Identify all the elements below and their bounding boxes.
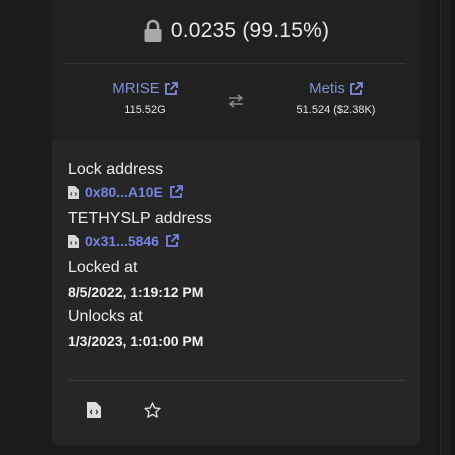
token1-symbol: Metis [309,80,345,97]
lock-address-row: 0x80...A10E [68,180,408,204]
scrollbar[interactable] [437,0,455,455]
lock-amount: 0.0235 (99.15%) [170,19,330,42]
file-code-icon [68,185,79,199]
header-divider [64,63,406,64]
lp-address-label: TETHYSLP address [68,210,212,227]
token0-amount: 115.52G [124,104,166,116]
lock-address-value: 0x80...A10E [85,184,163,200]
token0-symbol: MRISE [112,80,160,97]
lp-address-row: 0x31...5846 [68,229,408,253]
scrollbar-thumb[interactable] [440,0,451,455]
lp-address-value: 0x31...5846 [85,233,159,249]
lock-details: Lock address 0x80...A10E TETHYSLP addres… [68,160,408,356]
page: 0.0235 (99.15%) MRISE 115.52G Metis 51.5… [0,0,455,455]
unlocks-at-label: Unlocks at [68,308,143,325]
external-link-icon [350,81,363,95]
card-header: 0.0235 (99.15%) MRISE 115.52G Metis 51.5… [52,0,420,141]
lock-icon [144,19,162,42]
footer-divider [68,380,405,381]
lock-card: 0.0235 (99.15%) MRISE 115.52G Metis 51.5… [52,0,420,445]
locked-at-value: 8/5/2022, 1:19:12 PM [68,284,204,300]
unlocks-at-value: 1/3/2023, 1:01:00 PM [68,333,204,349]
lock-address-label: Lock address [68,161,164,178]
external-link-icon [166,234,179,247]
external-link-icon [164,81,178,95]
token1-amount: 51.524 ($2.38K) [296,104,376,116]
lock-address-link[interactable]: 0x80...A10E [85,184,183,200]
file-code-icon[interactable] [87,402,101,418]
file-code-icon [68,234,79,248]
external-link-icon [169,185,183,198]
lp-address-link[interactable]: 0x31...5846 [85,233,179,249]
token0: MRISE 115.52G [80,80,210,116]
locked-at-label: Locked at [68,259,138,276]
token1-link[interactable]: Metis [309,80,363,97]
star-icon[interactable] [144,402,161,419]
lock-amount-row: 0.0235 (99.15%) [52,19,420,43]
token0-link[interactable]: MRISE [112,80,178,97]
swap-arrows-icon[interactable] [228,94,244,108]
token1: Metis 51.524 ($2.38K) [266,80,406,116]
